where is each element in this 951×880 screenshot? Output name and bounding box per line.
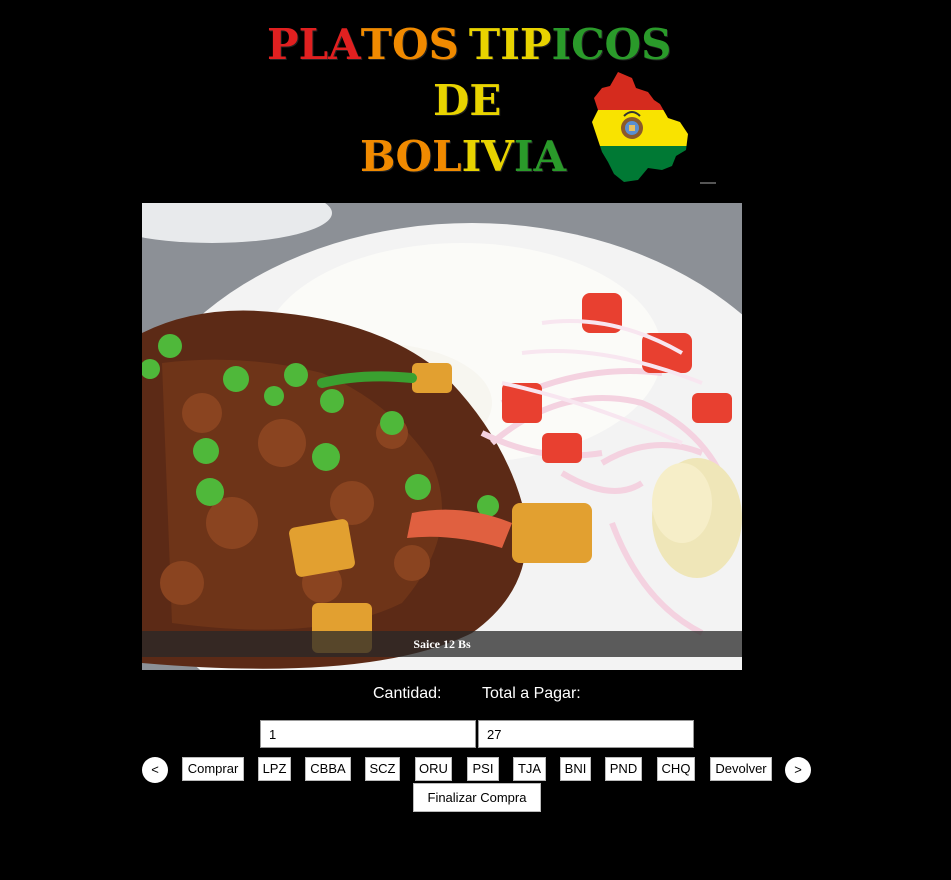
region-button-lpz[interactable]: LPZ [258, 757, 291, 781]
title-letter: A [328, 20, 361, 69]
title-line-1: PLATOS TIPICOS [267, 24, 671, 66]
region-button-psi[interactable]: PSI [467, 757, 499, 781]
next-button[interactable]: > [785, 757, 811, 783]
title-letter: B [360, 132, 396, 181]
title-letter: P [519, 20, 552, 69]
region-button-scz[interactable]: SCZ [365, 757, 400, 781]
region-button-tja[interactable]: TJA [513, 757, 546, 781]
title-letter: A [533, 132, 567, 181]
region-button-chq[interactable]: CHQ [657, 757, 695, 781]
dish-photo: Saice 12 Bs [142, 203, 742, 670]
bolivia-flag-map-icon [592, 72, 688, 182]
title-letter: I [500, 20, 520, 69]
region-button-oru[interactable]: ORU [415, 757, 452, 781]
title-letter: V [481, 132, 514, 181]
slide-caption: Saice 12 Bs [142, 631, 742, 657]
quantity-label: Cantidad: [373, 685, 442, 702]
region-button-pnd[interactable]: PND [605, 757, 642, 781]
total-label: Total a Pagar: [482, 685, 581, 702]
title-line-3: BOLIVIA [360, 136, 566, 178]
quantity-input[interactable] [260, 720, 476, 748]
saice-dish-image [142, 203, 742, 670]
title-letter: C [571, 20, 605, 69]
title-letter: P [267, 20, 299, 69]
title-letter: O [604, 20, 642, 69]
title-letter: T [360, 20, 392, 69]
divider [700, 182, 716, 184]
title-letter: I [513, 132, 534, 181]
title-line-2: DE [433, 80, 501, 122]
total-input[interactable] [478, 720, 694, 748]
button-row: < Comprar LPZ CBBA SCZ ORU PSI TJA BNI P… [0, 757, 951, 783]
title-letter: L [298, 20, 329, 69]
return-button[interactable]: Devolver [710, 757, 772, 781]
title-letter: D [433, 76, 470, 125]
title-letter: O [395, 132, 433, 181]
region-button-cbba[interactable]: CBBA [305, 757, 351, 781]
prev-button[interactable]: < [142, 757, 168, 783]
title-letter: I [461, 132, 482, 181]
title-letter: S [428, 20, 459, 69]
title-letter: S [641, 20, 672, 69]
buy-button[interactable]: Comprar [182, 757, 244, 781]
title-letter: O [391, 20, 429, 69]
title-letter: T [468, 20, 501, 69]
title-letter: L [432, 132, 462, 181]
header: PLATOS TIPICOS DE BOLIVIA [0, 0, 951, 200]
region-button-bni[interactable]: BNI [560, 757, 591, 781]
finish-purchase-button[interactable]: Finalizar Compra [413, 783, 541, 812]
title-letter: I [551, 20, 572, 69]
title-letter: E [469, 76, 502, 125]
